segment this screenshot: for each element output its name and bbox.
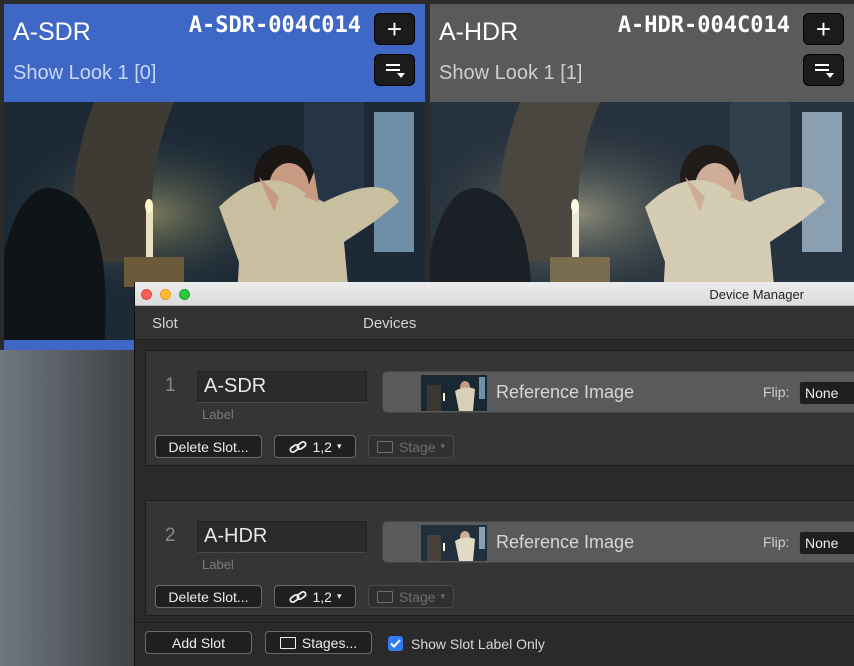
chevron-down-icon: ▾: [440, 591, 446, 601]
device-name: Reference Image: [496, 382, 635, 402]
route-popup[interactable]: 1,2 ▾: [274, 585, 356, 608]
route-value: 1,2: [312, 438, 332, 455]
link-icon: [288, 440, 307, 453]
viewer-name: A-HDR: [439, 18, 519, 46]
background-area: [0, 350, 134, 666]
route-popup[interactable]: 1,2 ▾: [274, 435, 356, 458]
zoom-window-button[interactable]: [179, 289, 190, 300]
viewer-menu-button[interactable]: [803, 54, 844, 86]
flip-label: Flip:: [763, 384, 790, 400]
stage-popup[interactable]: Stage ▾: [368, 435, 454, 458]
column-slot: Slot: [152, 315, 178, 332]
minimize-window-button[interactable]: [160, 289, 171, 300]
device-thumbnail: [421, 375, 487, 411]
menu-dropdown-icon: [385, 63, 405, 78]
chevron-down-icon: ▾: [440, 441, 446, 451]
stage-label: Stage: [398, 438, 436, 455]
window-footer: Add Slot Stages... Show Slot Label Only: [135, 622, 854, 666]
link-icon: [288, 590, 307, 603]
delete-slot-button[interactable]: Delete Slot...: [155, 435, 262, 458]
add-slot-button[interactable]: Add Slot: [145, 631, 252, 654]
chevron-down-icon: ▾: [336, 441, 342, 451]
viewer-footer-strip: [4, 340, 134, 350]
flip-select[interactable]: None: [799, 531, 854, 555]
stages-label: Stages...: [301, 634, 358, 651]
slot-number: 2: [165, 525, 176, 546]
show-slot-label-text[interactable]: Show Slot Label Only: [411, 636, 545, 652]
device-thumbnail: [421, 525, 487, 561]
stages-button[interactable]: Stages...: [265, 631, 372, 654]
slot-label-field[interactable]: A-HDR: [197, 521, 367, 553]
device-item[interactable]: Reference Image Flip: None: [382, 521, 854, 563]
slot-row: 1 A-SDR Label Reference Image Flip: None…: [145, 350, 854, 466]
chevron-down-icon: ▾: [336, 591, 342, 601]
device-name: Reference Image: [496, 532, 635, 552]
viewer-name: A-SDR: [13, 18, 91, 46]
title-bar[interactable]: Device Manager: [135, 282, 854, 306]
monitor-icon: [376, 440, 393, 453]
slot-number: 1: [165, 375, 176, 396]
show-slot-label-checkbox[interactable]: [388, 636, 403, 651]
menu-dropdown-icon: [814, 63, 834, 78]
device-item[interactable]: Reference Image Flip: None: [382, 371, 854, 413]
clip-name: A-HDR-004C014: [617, 13, 790, 38]
flip-select[interactable]: None: [799, 381, 854, 405]
slot-row: 2 A-HDR Label Reference Image Flip: None…: [145, 500, 854, 616]
label-caption: Label: [202, 407, 234, 422]
column-devices: Devices: [363, 315, 417, 332]
window-title: Device Manager: [709, 287, 804, 302]
clip-name: A-SDR-004C014: [188, 13, 361, 38]
close-window-button[interactable]: [141, 289, 152, 300]
look-name: Show Look 1 [0]: [13, 62, 157, 84]
add-button[interactable]: +: [374, 13, 415, 45]
flip-label: Flip:: [763, 534, 790, 550]
monitor-icon: [376, 590, 393, 603]
column-header: Slot Devices: [135, 306, 854, 340]
device-manager-window: Device Manager Slot Devices 1 A-SDR Labe…: [134, 282, 854, 666]
delete-slot-button[interactable]: Delete Slot...: [155, 585, 262, 608]
monitor-icon: [279, 636, 296, 649]
stage-label: Stage: [398, 588, 436, 605]
add-button[interactable]: +: [803, 13, 844, 45]
checkmark-icon: [390, 639, 401, 648]
slot-label-field[interactable]: A-SDR: [197, 371, 367, 403]
look-name: Show Look 1 [1]: [439, 62, 583, 84]
screen: A-SDR A-SDR-004C014 Show Look 1 [0] + A-…: [0, 0, 854, 666]
viewer-menu-button[interactable]: [374, 54, 415, 86]
label-caption: Label: [202, 557, 234, 572]
stage-popup[interactable]: Stage ▾: [368, 585, 454, 608]
route-value: 1,2: [312, 588, 332, 605]
